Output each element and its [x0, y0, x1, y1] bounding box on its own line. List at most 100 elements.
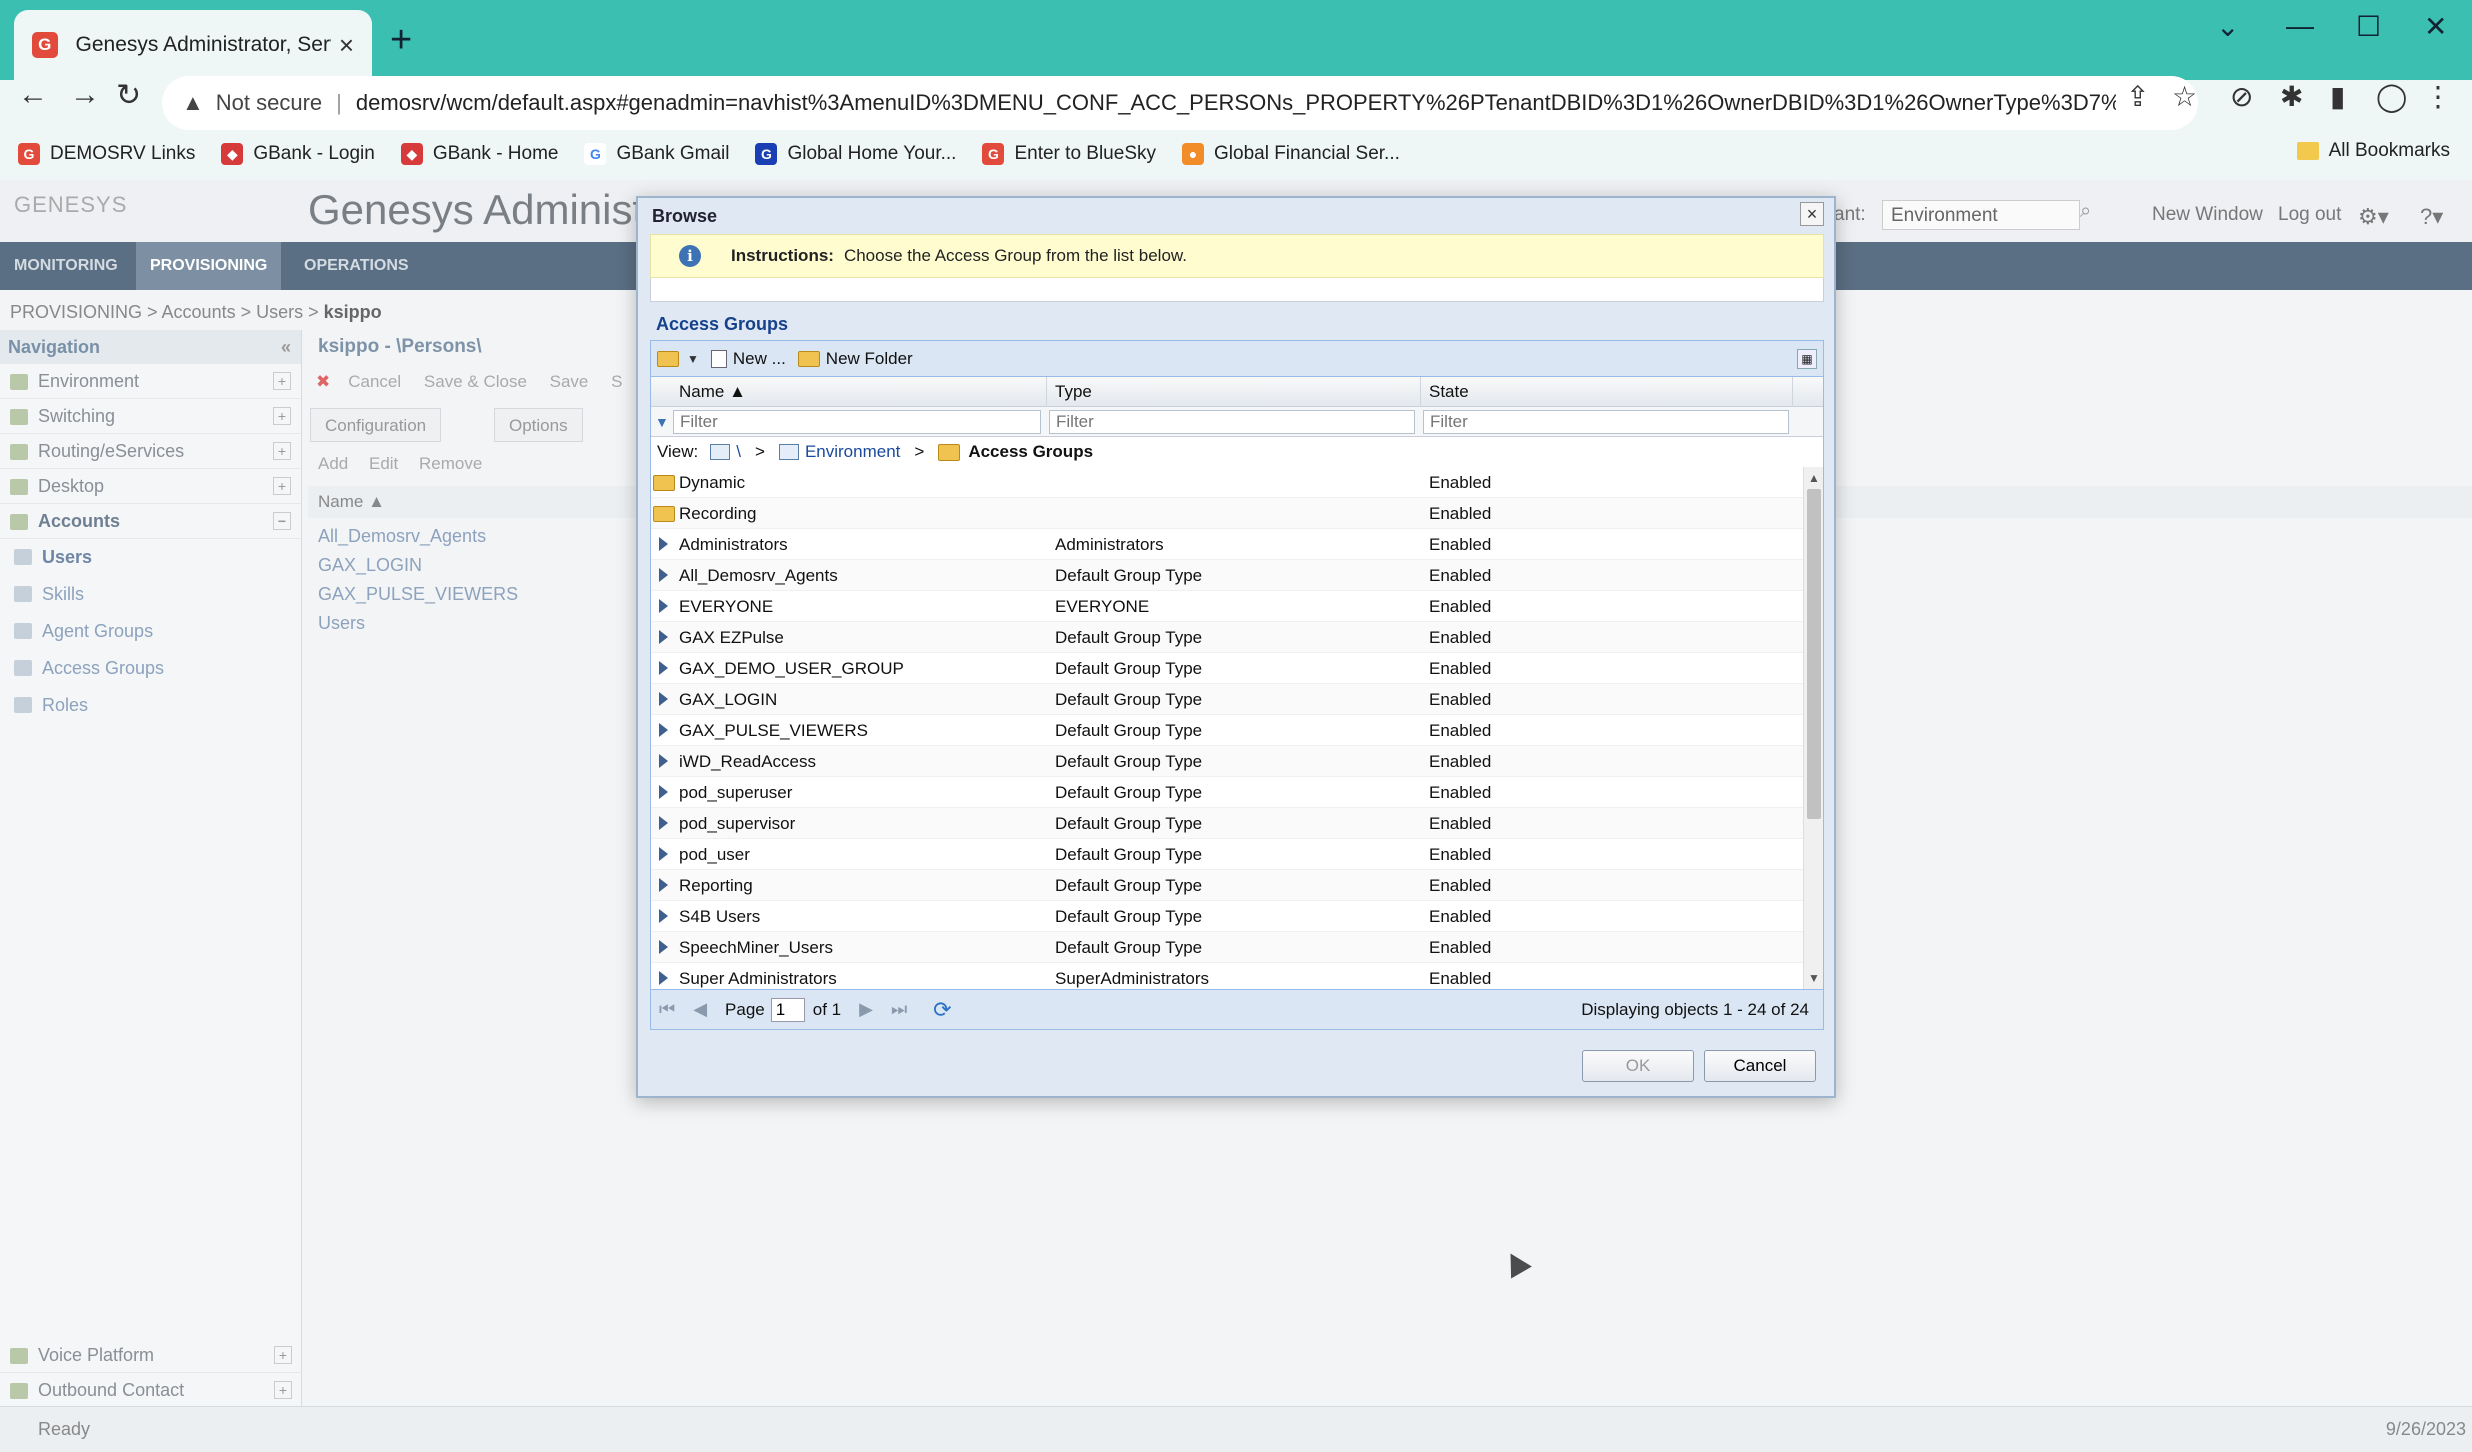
expand-arrow-icon[interactable]	[659, 692, 668, 706]
table-row[interactable]: All_Demosrv_Agents Default Group Type Enab…	[651, 560, 1803, 591]
url-text[interactable]: demosrv/wcm/default.aspx#genadmin=navhis…	[356, 90, 2116, 116]
table-row[interactable]: pod_superuser Default Group Type Enabled	[651, 777, 1803, 808]
minimize-icon[interactable]: —	[2286, 10, 2314, 42]
nav-sub-skills[interactable]: Skills	[0, 576, 301, 613]
nav-sub-users[interactable]: Users	[0, 539, 301, 576]
remove-action[interactable]: Remove	[419, 454, 482, 473]
table-row[interactable]: Super Administrators SuperAdministrators E…	[651, 963, 1803, 989]
table-row[interactable]: GAX_LOGIN Default Group Type Enabled	[651, 684, 1803, 715]
state-filter-input[interactable]	[1423, 410, 1789, 434]
scroll-thumb[interactable]	[1807, 489, 1821, 819]
browser-tab[interactable]: G Genesys Administrator, Server: lo ×	[14, 10, 372, 80]
tab-close-icon[interactable]: ×	[339, 30, 354, 61]
page-number-input[interactable]	[770, 997, 805, 1022]
up-folder-button[interactable]: ▼	[657, 350, 699, 367]
table-row[interactable]: pod_supervisor Default Group Type Enabled	[651, 808, 1803, 839]
nav-item-voice-platform[interactable]: Voice Platform +	[0, 1338, 302, 1373]
bookmark-item[interactable]: G GBank Gmail	[584, 143, 729, 165]
prev-page-icon[interactable]: ◀	[693, 999, 707, 1020]
expand-arrow-icon[interactable]	[659, 847, 668, 861]
nav-item-outbound-contact[interactable]: Outbound Contact +	[0, 1373, 302, 1408]
dialog-close-icon[interactable]: ×	[1800, 202, 1824, 226]
save-close-action[interactable]: Save & Close	[424, 372, 527, 391]
bookmark-item[interactable]: G DEMOSRV Links	[18, 143, 195, 165]
main-list-item[interactable]: GAX_PULSE_VIEWERS	[318, 584, 518, 605]
refresh-icon[interactable]: ⟳	[933, 997, 951, 1023]
expand-arrow-icon[interactable]	[659, 568, 668, 582]
main-list-item[interactable]: All_Demosrv_Agents	[318, 526, 486, 547]
scroll-down-icon[interactable]: ▼	[1808, 971, 1820, 985]
share-icon[interactable]: ⇪	[2126, 80, 2149, 113]
browser-menu-icon[interactable]: ⋮	[2424, 80, 2452, 113]
reload-icon[interactable]: ↻	[116, 78, 141, 113]
expand-arrow-icon[interactable]	[659, 537, 668, 551]
nav-item-desktop[interactable]: Desktop +	[0, 469, 301, 504]
scroll-up-icon[interactable]: ▲	[1808, 471, 1820, 485]
path-environment[interactable]: Environment	[805, 442, 900, 462]
nav-sub-access-groups[interactable]: Access Groups	[0, 650, 301, 687]
new-window-link[interactable]: New Window	[2152, 204, 2263, 226]
nav-item-environment[interactable]: Environment +	[0, 364, 301, 399]
main-list-item[interactable]: Users	[318, 613, 365, 634]
close-window-icon[interactable]: ✕	[2424, 10, 2447, 43]
expand-arrow-icon[interactable]	[659, 940, 668, 954]
maximize-icon[interactable]: ☐	[2356, 10, 2381, 43]
help-icon[interactable]: ?▾	[2420, 204, 2443, 230]
add-action[interactable]: Add	[318, 454, 348, 473]
expand-arrow-icon[interactable]	[659, 661, 668, 675]
expand-icon[interactable]: +	[273, 372, 291, 390]
bookmark-item[interactable]: ● Global Financial Ser...	[1182, 143, 1400, 165]
back-arrow-icon[interactable]: ←	[18, 78, 48, 112]
path-root[interactable]: \	[736, 442, 741, 462]
new-button[interactable]: New ...	[710, 349, 786, 369]
expand-arrow-icon[interactable]	[659, 630, 668, 644]
expand-arrow-icon[interactable]	[659, 599, 668, 613]
table-row[interactable]: GAX_DEMO_USER_GROUP Default Group Type Ena…	[651, 653, 1803, 684]
side-panel-icon[interactable]: ▮	[2330, 80, 2345, 113]
bookmark-item[interactable]: ◆ GBank - Home	[400, 143, 558, 165]
extensions-puzzle-icon[interactable]: ✱	[2280, 80, 2303, 113]
tab-operations[interactable]: OPERATIONS	[290, 242, 423, 290]
expand-arrow-icon[interactable]	[659, 878, 668, 892]
all-bookmarks[interactable]: All Bookmarks	[2296, 140, 2450, 162]
search-icon[interactable]: ⌕	[2080, 200, 2091, 223]
table-row[interactable]: S4B Users Default Group Type Enabled	[651, 901, 1803, 932]
tenant-input[interactable]: Environment	[1882, 200, 2080, 230]
save-action[interactable]: Save	[550, 372, 589, 391]
tab-search-icon[interactable]: ⌄	[2216, 10, 2239, 43]
table-row[interactable]: Dynamic Enabled	[651, 467, 1803, 498]
table-row[interactable]: Reporting Default Group Type Enabled	[651, 870, 1803, 901]
address-bar[interactable]: ▲ Not secure | demosrv/wcm/default.aspx#…	[162, 76, 2198, 130]
expand-icon[interactable]: +	[273, 442, 291, 460]
bookmark-item[interactable]: G Enter to BlueSky	[982, 143, 1156, 165]
table-row[interactable]: pod_user Default Group Type Enabled	[651, 839, 1803, 870]
main-list-item[interactable]: GAX_LOGIN	[318, 555, 422, 576]
table-row[interactable]: EVERYONE EVERYONE Enabled	[651, 591, 1803, 622]
save-new-action[interactable]: S	[611, 372, 622, 391]
expand-icon[interactable]: +	[273, 477, 291, 495]
last-page-icon[interactable]: ⏭	[891, 999, 907, 1020]
table-row[interactable]: iWD_ReadAccess Default Group Type Enabled	[651, 746, 1803, 777]
bookmark-item[interactable]: ◆ GBank - Login	[221, 143, 375, 165]
nav-sub-agent-groups[interactable]: Agent Groups	[0, 613, 301, 650]
expand-icon[interactable]: +	[274, 1346, 292, 1364]
expand-arrow-icon[interactable]	[659, 723, 668, 737]
extension-block-icon[interactable]: ⊘	[2230, 80, 2253, 113]
column-name[interactable]: Name ▲	[671, 377, 1047, 407]
profile-avatar-icon[interactable]: ◯	[2376, 80, 2407, 113]
table-row[interactable]: GAX EZPulse Default Group Type Enabled	[651, 622, 1803, 653]
tab-options[interactable]: Options	[494, 408, 583, 442]
new-folder-button[interactable]: New Folder	[797, 349, 913, 369]
ok-button[interactable]: OK	[1582, 1050, 1694, 1082]
log-out-link[interactable]: Log out	[2278, 204, 2341, 226]
edit-action[interactable]: Edit	[369, 454, 398, 473]
expand-icon[interactable]: +	[273, 407, 291, 425]
bookmark-item[interactable]: G Global Home Your...	[755, 143, 956, 165]
nav-item-accounts[interactable]: Accounts −	[0, 504, 301, 539]
type-filter-input[interactable]	[1049, 410, 1415, 434]
expand-arrow-icon[interactable]	[659, 785, 668, 799]
expand-icon[interactable]: +	[274, 1381, 292, 1399]
table-row[interactable]: GAX_PULSE_VIEWERS Default Group Type Enabl…	[651, 715, 1803, 746]
expand-arrow-icon[interactable]	[659, 754, 668, 768]
collapse-icon[interactable]: −	[273, 512, 291, 530]
